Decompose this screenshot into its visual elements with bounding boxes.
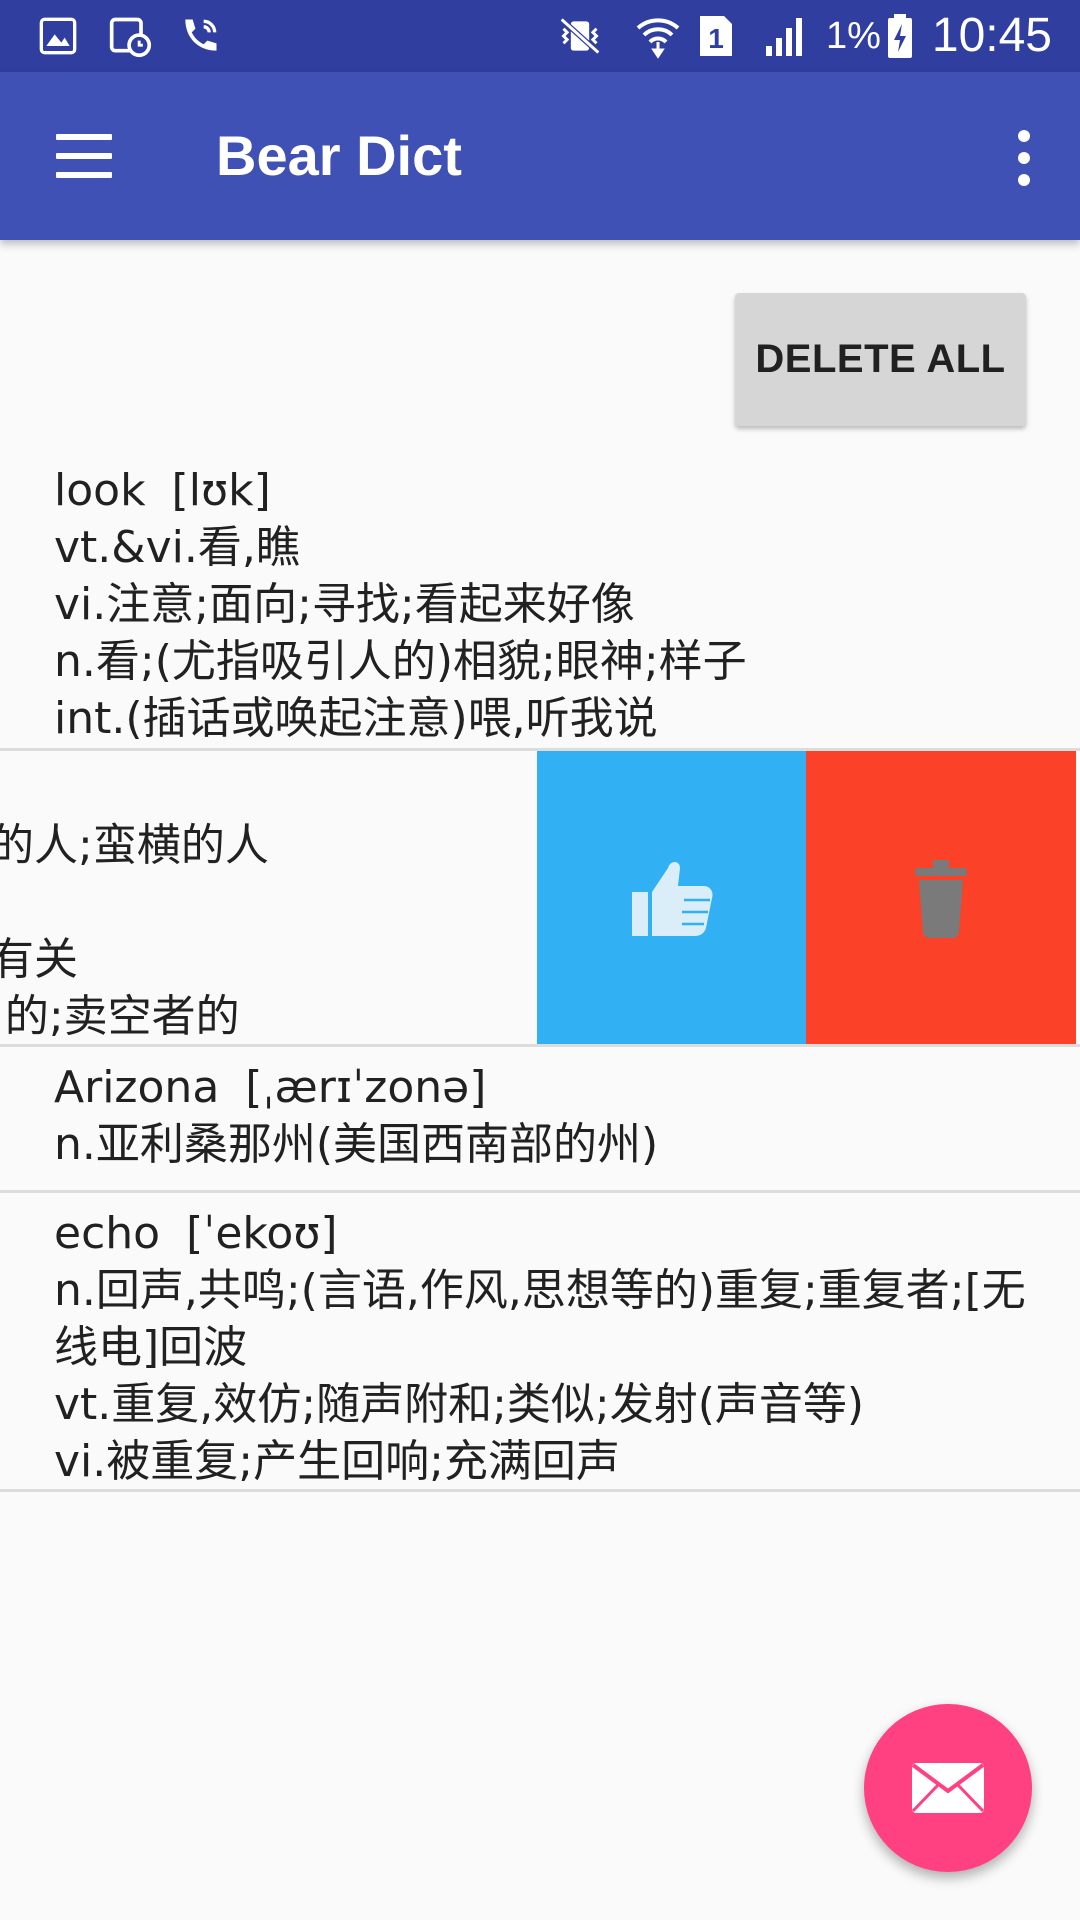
- more-vert-icon[interactable]: [1004, 130, 1044, 186]
- signal-icon: [760, 12, 808, 60]
- word-definition-fragment: :的;卖空者的: [0, 991, 240, 1042]
- word-phonetic: [lʊk]: [171, 465, 271, 516]
- battery-charging-icon: [876, 12, 924, 60]
- word-entry-swiped: 的人;蛮横的人 有关 :的;卖空者的: [0, 751, 540, 1044]
- word-phonetic: [ˌærɪˈzonə]: [245, 1062, 487, 1113]
- word-definition: n.亚利桑那州(美国西南部的州): [54, 1119, 659, 1170]
- word-definition: vt.重复,效仿;随声附和;类似;发射(声音等): [54, 1379, 865, 1430]
- delete-action-button[interactable]: [806, 751, 1076, 1044]
- word-definition: n.回声,共鸣;(言语,作风,思想等的)重复;重复者;[无线电]回波: [54, 1265, 1026, 1373]
- word-definition: n.看;(尤指吸引人的)相貌;眼神;样子: [54, 636, 747, 687]
- word-list: look [lʊk] vt.&vi.看,瞧 vi.注意;面向;寻找;看起来好像 n…: [0, 450, 1080, 1492]
- delete-all-button[interactable]: DELETE ALL: [735, 293, 1026, 426]
- mail-icon: [911, 1763, 985, 1813]
- list-item[interactable]: echo [ˈekoʊ] n.回声,共鸣;(言语,作风,思想等的)重复;重复者;[…: [0, 1193, 1080, 1492]
- word-entry: look [lʊk] vt.&vi.看,瞧 vi.注意;面向;寻找;看起来好像 n…: [0, 450, 1080, 747]
- hamburger-menu-icon[interactable]: [56, 134, 112, 178]
- word-entry: echo [ˈekoʊ] n.回声,共鸣;(言语,作风,思想等的)重复;重复者;[…: [0, 1193, 1080, 1489]
- list-item[interactable]: Arizona [ˌærɪˈzonə] n.亚利桑那州(美国西南部的州): [0, 1047, 1080, 1193]
- mail-fab-button[interactable]: [864, 1704, 1032, 1872]
- app-title: Bear Dict: [216, 124, 462, 187]
- list-item[interactable]: look [lʊk] vt.&vi.看,瞧 vi.注意;面向;寻找;看起来好像 n…: [0, 450, 1080, 751]
- sim-slot-label: 1: [708, 23, 724, 54]
- thumbs-up-icon: [631, 861, 713, 936]
- trash-icon: [915, 859, 967, 938]
- word-text: echo: [54, 1208, 161, 1259]
- vibrate-mute-icon: [556, 12, 604, 60]
- wifi-icon: [634, 12, 682, 60]
- word-definition: vi.被重复;产生回响;充满回声: [54, 1436, 620, 1487]
- wifi-call-icon: [176, 12, 224, 60]
- calendar-clock-icon: [106, 12, 154, 60]
- like-action-button[interactable]: [537, 751, 806, 1044]
- word-definition-fragment: 的人;蛮横的人: [0, 820, 269, 871]
- status-time: 10:45: [931, 9, 1052, 62]
- app-bar: Bear Dict: [0, 72, 1080, 240]
- word-phonetic: [ˈekoʊ]: [186, 1208, 338, 1259]
- battery-percentage: 1%: [826, 15, 881, 57]
- word-text: look: [54, 465, 146, 516]
- word-definition-fragment: 有关: [0, 934, 78, 985]
- word-definition: int.(插话或唤起注意)喂,听我说: [54, 693, 658, 744]
- word-definition: vt.&vi.看,瞧: [54, 522, 300, 573]
- gallery-icon: [34, 12, 82, 60]
- word-entry: Arizona [ˌærɪˈzonə] n.亚利桑那州(美国西南部的州): [0, 1047, 1080, 1173]
- word-text: Arizona: [54, 1062, 220, 1113]
- status-bar: 1 1% 10:45: [0, 0, 1080, 72]
- swiped-list-item[interactable]: 的人;蛮横的人 有关 :的;卖空者的: [0, 751, 1080, 1047]
- sim-icon: 1: [692, 12, 740, 60]
- word-definition: vi.注意;面向;寻找;看起来好像: [54, 579, 635, 630]
